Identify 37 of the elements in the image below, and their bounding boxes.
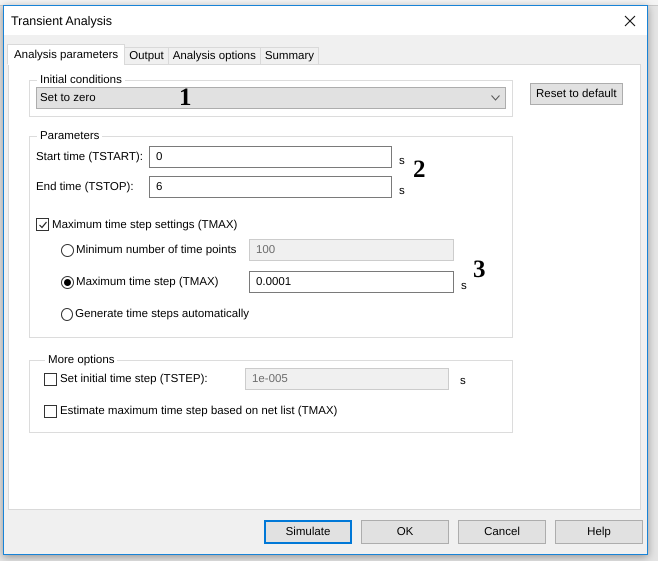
unit-label: s bbox=[461, 280, 467, 292]
checkbox-label: Set initial time step (TSTEP): bbox=[60, 373, 208, 385]
unit-label: s bbox=[460, 375, 466, 387]
radio-button[interactable] bbox=[61, 276, 74, 288]
dialog-button[interactable]: OK bbox=[361, 520, 449, 544]
input-field[interactable]: 0 bbox=[149, 146, 392, 168]
input-field[interactable]: 6 bbox=[149, 176, 392, 198]
group-title: Parameters bbox=[39, 130, 100, 142]
checkbox-label: Estimate maximum time step based on net list (TMAX) bbox=[60, 405, 338, 417]
group-title: Initial conditions bbox=[39, 74, 123, 86]
tab[interactable]: Analysis parameters bbox=[7, 44, 126, 65]
dialog-button[interactable]: Help bbox=[555, 520, 643, 544]
radio-label: Minimum number of time points bbox=[76, 244, 236, 256]
unit-label: s bbox=[399, 155, 405, 167]
window-title: Transient Analysis bbox=[11, 14, 113, 28]
input-field[interactable]: 0.0001 bbox=[249, 271, 454, 293]
unit-label: s bbox=[399, 185, 405, 197]
tab[interactable]: Summary bbox=[260, 47, 320, 65]
radio-button[interactable] bbox=[61, 308, 74, 320]
checkbox-label: Maximum time step settings (TMAX) bbox=[52, 218, 238, 230]
field-label: Start time (TSTART): bbox=[36, 151, 144, 163]
checkbox[interactable] bbox=[44, 404, 57, 418]
step-number: 3 bbox=[473, 257, 486, 282]
close-icon[interactable] bbox=[624, 14, 636, 26]
radio-label: Generate time steps automatically bbox=[75, 308, 249, 320]
field-label: End time (TSTOP): bbox=[36, 181, 135, 193]
reset-button[interactable]: Reset to default bbox=[530, 83, 623, 105]
step-number: 1 bbox=[179, 85, 192, 110]
caret-icon bbox=[491, 95, 500, 101]
checkbox[interactable] bbox=[36, 218, 49, 231]
dropdown[interactable]: Set to zero 1 bbox=[36, 87, 506, 109]
group-title: More options bbox=[47, 354, 116, 366]
dialog-button[interactable]: Cancel bbox=[458, 520, 546, 544]
tab[interactable]: Output bbox=[124, 47, 169, 65]
step-number: 2 bbox=[413, 157, 426, 182]
radio-label: Maximum time step (TMAX) bbox=[76, 276, 218, 288]
dialog-button[interactable]: Simulate bbox=[264, 520, 352, 544]
